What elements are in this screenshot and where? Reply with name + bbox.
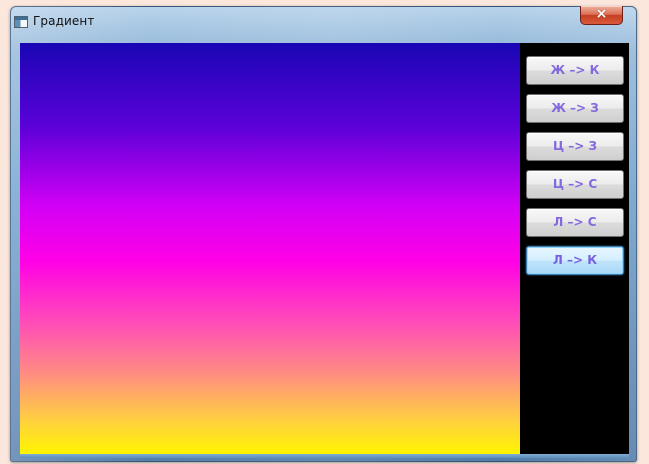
gradient-button-ts-s[interactable]: Ц –> С: [526, 170, 624, 199]
window-client-area: Ж –> К Ж –> З Ц –> З Ц –> С Л –> С Л –> …: [20, 43, 629, 454]
gradient-button-ts-z[interactable]: Ц –> З: [526, 132, 624, 161]
gradient-preview: [20, 43, 520, 454]
gradient-buttons: Ж –> К Ж –> З Ц –> З Ц –> С Л –> С Л –> …: [526, 56, 624, 284]
close-icon: ×: [595, 6, 608, 22]
app-window-icon: [14, 16, 28, 28]
app-window: Градиент × Ж –> К Ж –> З Ц –> З Ц –> С Л…: [10, 6, 637, 462]
gradient-button-l-k[interactable]: Л –> К: [526, 246, 624, 275]
gradient-button-zh-k[interactable]: Ж –> К: [526, 56, 624, 85]
close-button[interactable]: ×: [580, 6, 623, 25]
window-title: Градиент: [33, 14, 95, 28]
gradient-button-zh-z[interactable]: Ж –> З: [526, 94, 624, 123]
title-bar[interactable]: Градиент ×: [10, 6, 637, 42]
gradient-button-l-s[interactable]: Л –> С: [526, 208, 624, 237]
window-bottom-frame: [20, 454, 629, 458]
